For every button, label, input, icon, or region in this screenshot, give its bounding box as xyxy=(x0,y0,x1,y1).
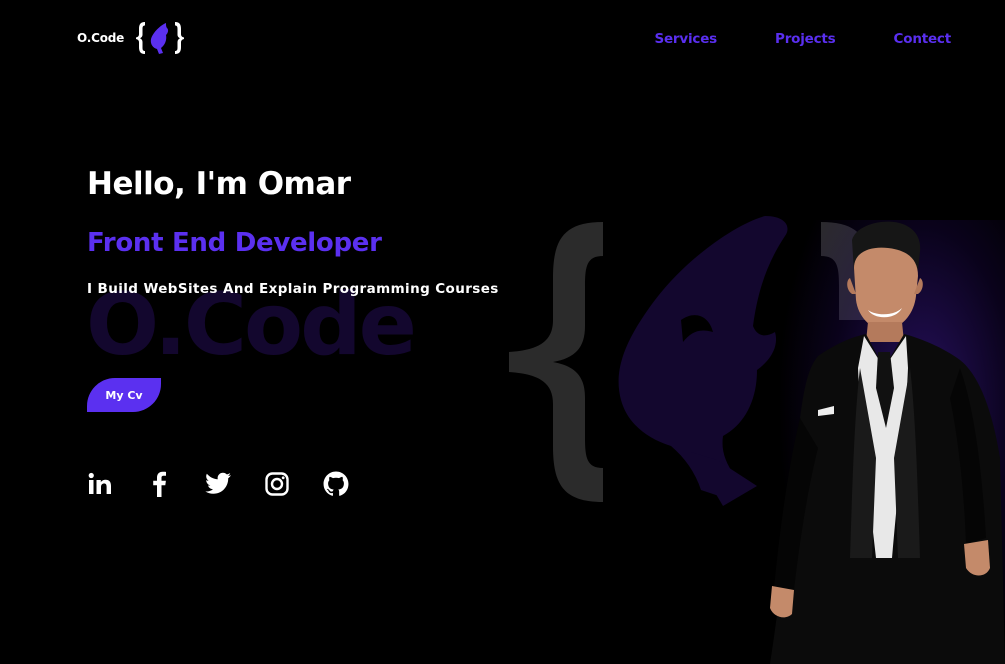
portfolio-page: O.Code O.Code Services Projects Contect … xyxy=(0,0,1005,664)
profile-portrait xyxy=(770,221,1005,664)
facebook-link[interactable] xyxy=(145,470,173,498)
nav-services-link[interactable]: Services xyxy=(654,31,717,47)
hero-role: Front End Developer xyxy=(87,228,382,258)
facebook-icon xyxy=(153,471,166,497)
linkedin-icon xyxy=(88,472,111,494)
nav-projects-link[interactable]: Projects xyxy=(775,31,836,47)
linkedin-link[interactable] xyxy=(86,470,114,498)
twitter-icon xyxy=(204,472,231,494)
main-nav: Services Projects Contect xyxy=(596,31,951,47)
hero-greeting: Hello, I'm Omar xyxy=(87,166,351,202)
twitter-link[interactable] xyxy=(204,470,232,498)
my-cv-button[interactable]: My Cv xyxy=(87,378,161,412)
site-logo[interactable]: O.Code xyxy=(77,19,185,57)
github-link[interactable] xyxy=(322,470,350,498)
instagram-icon xyxy=(265,472,289,496)
instagram-link[interactable] xyxy=(263,470,291,498)
social-links xyxy=(86,470,381,498)
hero-description: I Build WebSites And Explain Programming… xyxy=(87,281,499,297)
github-icon xyxy=(323,471,349,496)
nav-contact-link[interactable]: Contect xyxy=(894,31,952,47)
logo-brace-icon xyxy=(136,22,185,54)
logo-text: O.Code xyxy=(77,31,125,45)
